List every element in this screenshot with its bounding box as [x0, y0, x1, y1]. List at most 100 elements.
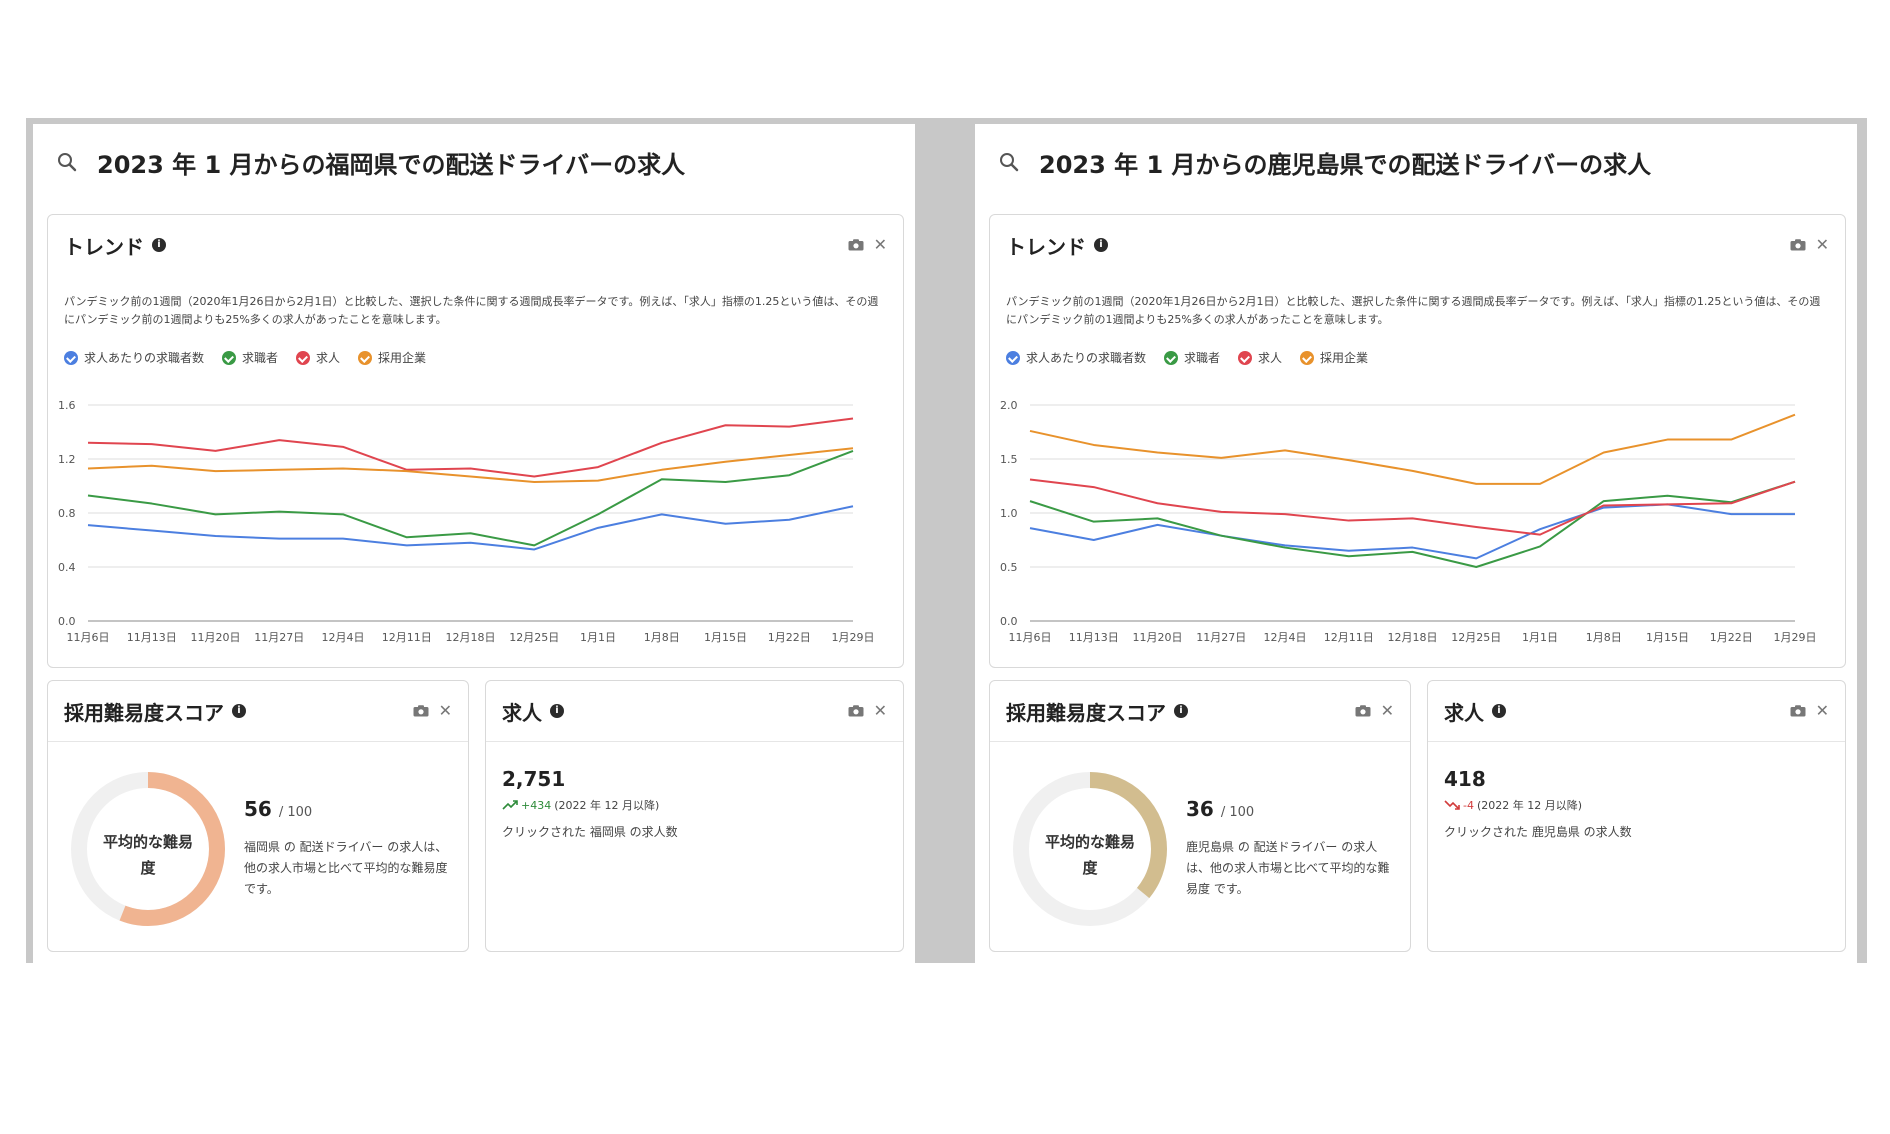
donut-label: 平均的な難易度 [1044, 833, 1135, 877]
jobs-count: 418 [1444, 767, 1486, 791]
close-icon[interactable]: ✕ [439, 703, 452, 719]
x-tick-label: 11月6日 [67, 631, 110, 644]
jobs-since: (2022 年 12 月以降) [1476, 799, 1583, 812]
search-bar[interactable]: 2023 年 1 月からの福岡県での配送ドライバーの求人 [55, 142, 685, 182]
legend-item[interactable]: 求職者 [1164, 349, 1220, 366]
camera-icon[interactable] [848, 239, 864, 251]
score-number: 56 [244, 797, 272, 821]
legend-label: 求職者 [242, 351, 279, 365]
divider [48, 741, 468, 742]
jobs-card: 求人 i ✕ 2,751 +434 (2022 年 12 月以降) クリックされ… [485, 680, 904, 952]
series-line [87, 447, 854, 483]
x-tick-label: 12月4日 [1264, 631, 1307, 644]
x-tick-label: 12月25日 [509, 631, 559, 644]
close-icon[interactable]: ✕ [874, 703, 887, 719]
close-icon[interactable]: ✕ [1816, 237, 1829, 253]
legend-label: 求人 [1258, 351, 1283, 365]
info-icon[interactable]: i [550, 704, 564, 718]
legend-item[interactable]: 求職者 [222, 349, 278, 366]
info-icon[interactable]: i [152, 238, 166, 252]
jobs-description: クリックされた 鹿児島県 の求人数 [1444, 825, 1632, 839]
score-max: / 100 [1220, 805, 1255, 820]
legend-label: 求職者 [1184, 351, 1221, 365]
score-description: 鹿児島県 の 配送ドライバー の求人は、他の求人市場と比べて平均的な難易度 です… [1186, 840, 1390, 896]
y-tick-label: 1.6 [58, 399, 76, 412]
trend-up-icon [502, 800, 518, 810]
legend-item[interactable]: 求人 [1238, 349, 1282, 366]
divider [1428, 741, 1845, 742]
legend-item[interactable]: 採用企業 [1300, 349, 1368, 366]
x-tick-label: 12月18日 [1388, 631, 1438, 644]
search-title: 2023 年 1 月からの鹿児島県での配送ドライバーの求人 [1039, 150, 1652, 179]
y-tick-label: 1.5 [1000, 453, 1018, 466]
x-tick-label: 11月6日 [1009, 631, 1052, 644]
x-tick-label: 11月27日 [254, 631, 304, 644]
score-max: / 100 [278, 805, 313, 820]
close-icon[interactable]: ✕ [1816, 703, 1829, 719]
x-tick-label: 12月4日 [322, 631, 365, 644]
legend-check-icon [1238, 350, 1253, 365]
y-tick-label: 0.4 [58, 561, 76, 574]
series-line [1029, 480, 1796, 568]
legend-check-icon [222, 350, 237, 365]
legend-item[interactable]: 採用企業 [358, 349, 426, 366]
camera-icon[interactable] [1790, 705, 1806, 717]
search-icon [1000, 153, 1019, 172]
legend-item[interactable]: 求人あたりの求職者数 [1006, 349, 1146, 366]
legend-check-icon [296, 350, 311, 365]
x-tick-label: 11月20日 [1133, 631, 1183, 644]
legend-item[interactable]: 求人あたりの求職者数 [64, 349, 204, 366]
series-line [87, 449, 854, 547]
y-tick-label: 2.0 [1000, 399, 1018, 412]
search-bar[interactable]: 2023 年 1 月からの鹿児島県での配送ドライバーの求人 [997, 142, 1651, 182]
kagoshima-panel: 2023 年 1 月からの鹿児島県での配送ドライバーの求人 トレンド i ✕ パ… [975, 124, 1857, 963]
legend-label: 採用企業 [378, 351, 427, 365]
info-icon[interactable]: i [1492, 704, 1506, 718]
x-tick-label: 11月20日 [191, 631, 241, 644]
chart-legend: 求人あたりの求職者数 求職者 求人 採用企業 [1006, 349, 1368, 366]
close-icon[interactable]: ✕ [1381, 703, 1394, 719]
close-icon[interactable]: ✕ [874, 237, 887, 253]
trend-card: トレンド i ✕ パンデミック前の1週間（2020年1月26日から2月1日）と比… [47, 214, 904, 668]
jobs-delta: +434 [521, 798, 552, 812]
jobs-description: クリックされた 福岡県 の求人数 [502, 825, 678, 839]
info-icon[interactable]: i [1174, 704, 1188, 718]
trend-title: トレンド [1006, 234, 1086, 259]
y-tick-label: 1.0 [1000, 507, 1018, 520]
donut-label: 平均的な難易度 [102, 833, 193, 877]
camera-icon[interactable] [1355, 705, 1371, 717]
fukuoka-panel: 2023 年 1 月からの福岡県での配送ドライバーの求人 トレンド i ✕ パン… [33, 124, 915, 963]
series-line [1029, 503, 1795, 560]
jobs-delta: -4 [1463, 798, 1474, 812]
jobs-card: 求人 i ✕ 418 -4 (2022 年 12 月以降) クリックされた 鹿児… [1427, 680, 1846, 952]
y-tick-label: 0.5 [1000, 561, 1018, 574]
x-tick-label: 1月22日 [768, 631, 811, 644]
x-tick-label: 1月8日 [644, 631, 680, 644]
y-tick-label: 0.0 [1000, 615, 1018, 628]
x-tick-label: 1月1日 [1522, 631, 1558, 644]
camera-icon[interactable] [1790, 239, 1806, 251]
difficulty-score-card: 採用難易度スコア i ✕ 平均的な難易度 36 / 100 鹿児島県 の 配送ド… [989, 680, 1411, 952]
info-icon[interactable]: i [1094, 238, 1108, 252]
y-tick-label: 0.0 [58, 615, 76, 628]
info-icon[interactable]: i [232, 704, 246, 718]
jobs-count: 2,751 [502, 767, 566, 791]
score-title: 採用難易度スコア [1006, 700, 1166, 725]
y-tick-label: 1.2 [58, 453, 76, 466]
legend-item[interactable]: 求人 [296, 349, 340, 366]
legend-check-icon [358, 350, 373, 365]
divider [990, 741, 1410, 742]
camera-icon[interactable] [413, 705, 429, 717]
y-tick-label: 0.8 [58, 507, 76, 520]
x-tick-label: 1月15日 [704, 631, 747, 644]
difficulty-score-card: 採用難易度スコア i ✕ 平均的な難易度 56 / 100 福岡県 の 配送ドラ… [47, 680, 469, 952]
camera-icon[interactable] [848, 705, 864, 717]
trend-title: トレンド [64, 234, 144, 259]
jobs-title: 求人 [1444, 700, 1484, 725]
legend-check-icon [1164, 350, 1179, 365]
legend-label: 求人あたりの求職者数 [84, 351, 205, 365]
x-tick-label: 12月18日 [446, 631, 496, 644]
x-tick-label: 12月25日 [1451, 631, 1501, 644]
legend-check-icon [1006, 350, 1020, 365]
trend-description: パンデミック前の1週間（2020年1月26日から2月1日）と比較した、選択した条… [64, 295, 879, 326]
